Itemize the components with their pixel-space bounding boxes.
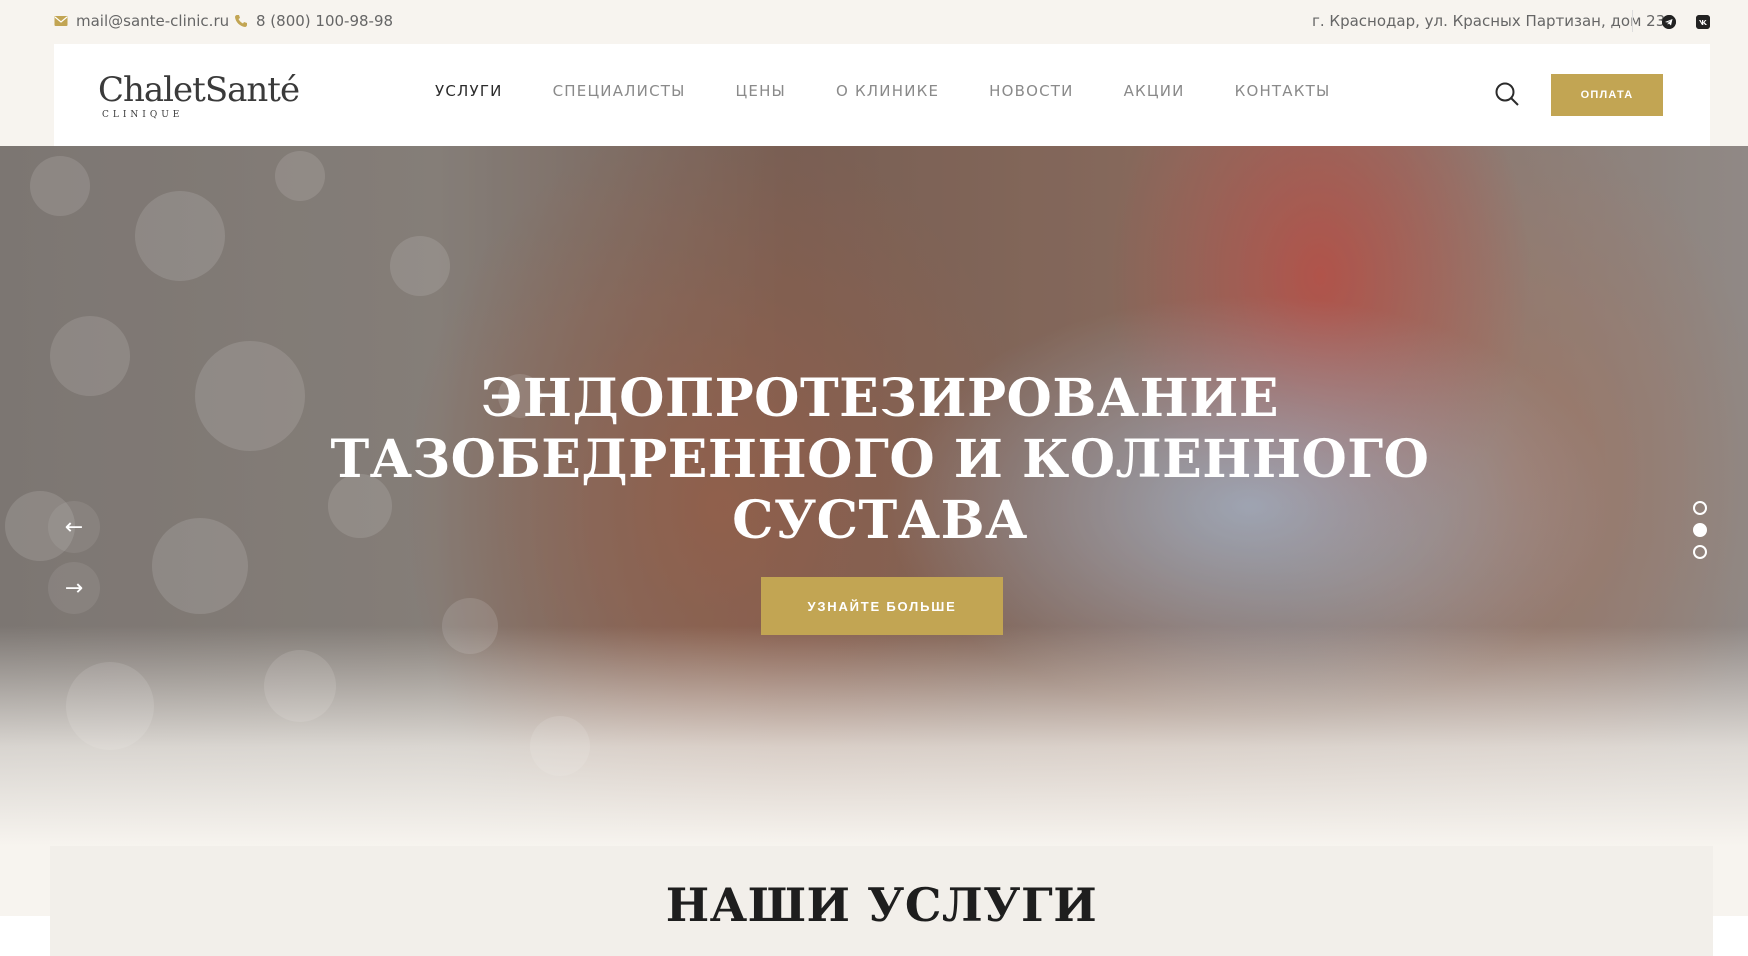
phone-contact[interactable]: 8 (800) 100-98-98	[234, 12, 393, 30]
nav-item-contacts[interactable]: КОНТАКТЫ	[1235, 82, 1331, 100]
main-header: ChaletSanté CLINIQUE УСЛУГИ СПЕЦИАЛИСТЫ …	[54, 44, 1710, 146]
hero-title-line-1: ЭНДОПРОТЕЗИРОВАНИЕ	[480, 368, 1280, 429]
nav-item-promotions[interactable]: АКЦИИ	[1124, 82, 1185, 100]
arrow-right-icon: →	[64, 575, 84, 601]
hero-title-line-3: СУСТАВА	[732, 490, 1028, 551]
nav-item-services[interactable]: УСЛУГИ	[435, 82, 503, 100]
prev-slide-button[interactable]: ←	[48, 501, 100, 553]
hero-title: ЭНДОПРОТЕЗИРОВАНИЕ ТАЗОБЕДРЕННОГО И КОЛЕ…	[300, 368, 1460, 551]
learn-more-button[interactable]: УЗНАЙТЕ БОЛЬШЕ	[761, 577, 1003, 635]
envelope-icon	[54, 16, 68, 26]
phone-icon	[235, 15, 247, 27]
search-icon[interactable]	[1494, 81, 1520, 107]
address-label: г. Краснодар, ул. Красных Партизан, дом …	[1312, 12, 1675, 30]
nav-item-about[interactable]: О КЛИНИКЕ	[836, 82, 939, 100]
top-info-bar: mail@sante-clinic.ru 8 (800) 100-98-98 г…	[0, 0, 1748, 44]
clinic-logo[interactable]: ChaletSanté CLINIQUE	[98, 70, 300, 124]
topbar-divider	[1632, 10, 1633, 32]
slide-dot-3[interactable]	[1693, 545, 1707, 559]
payment-button[interactable]: ОПЛАТА	[1551, 74, 1663, 116]
logo-subtitle: CLINIQUE	[102, 110, 184, 120]
hero-title-line-2: ТАЗОБЕДРЕННОГО И КОЛЕННОГО	[330, 429, 1430, 490]
arrow-left-icon: ←	[64, 514, 84, 540]
hero-slider: ЭНДОПРОТЕЗИРОВАНИЕ ТАЗОБЕДРЕННОГО И КОЛЕ…	[0, 146, 1748, 846]
vk-icon[interactable]	[1696, 15, 1710, 29]
email-text: mail@sante-clinic.ru	[76, 12, 230, 30]
main-nav: УСЛУГИ СПЕЦИАЛИСТЫ ЦЕНЫ О КЛИНИКЕ НОВОСТ…	[435, 82, 1380, 100]
nav-item-prices[interactable]: ЦЕНЫ	[736, 82, 786, 100]
next-slide-button[interactable]: →	[48, 562, 100, 614]
slide-dot-2[interactable]	[1693, 523, 1707, 537]
phone-text: 8 (800) 100-98-98	[256, 12, 394, 30]
address-text: г. Краснодар, ул. Красных Партизан, дом …	[1312, 12, 1675, 30]
logo-name: ChaletSanté	[98, 70, 300, 110]
services-section: НАШИ УСЛУГИ	[0, 846, 1748, 956]
slide-dot-1[interactable]	[1693, 501, 1707, 515]
services-title: НАШИ УСЛУГИ	[665, 878, 1098, 932]
email-contact[interactable]: mail@sante-clinic.ru	[54, 12, 229, 30]
nav-item-specialists[interactable]: СПЕЦИАЛИСТЫ	[553, 82, 686, 100]
telegram-icon[interactable]	[1662, 15, 1676, 29]
hero-fog	[0, 626, 1748, 846]
nav-item-news[interactable]: НОВОСТИ	[989, 82, 1073, 100]
